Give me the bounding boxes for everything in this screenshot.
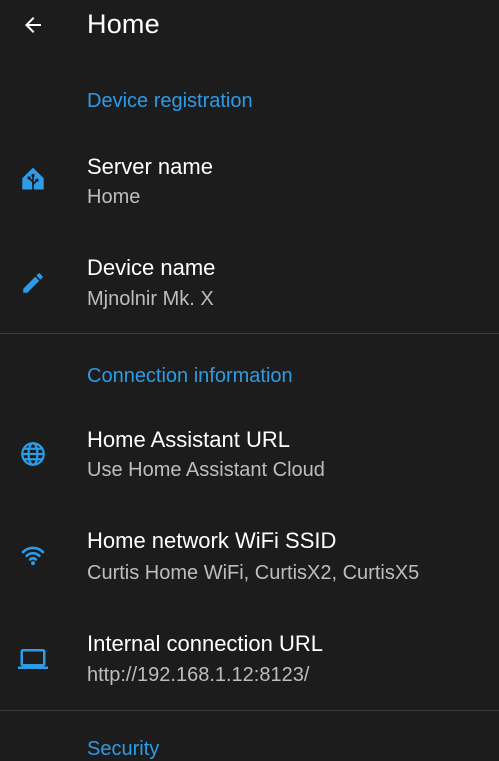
wifi-ssid-value: Curtis Home WiFi, CurtisX2, CurtisX5 bbox=[87, 562, 420, 584]
section-header-device-registration: Device registration bbox=[87, 90, 253, 112]
wifi-icon bbox=[18, 540, 48, 570]
pencil-icon bbox=[18, 268, 48, 298]
device-name-title: Device name bbox=[87, 255, 216, 280]
server-name-value: Home bbox=[87, 186, 141, 208]
internal-url-item[interactable]: Internal connection URL http://192.168.1… bbox=[0, 612, 499, 708]
globe-icon bbox=[18, 439, 48, 469]
wifi-ssid-item[interactable]: Home network WiFi SSID Curtis Home WiFi,… bbox=[0, 510, 499, 606]
home-assistant-url-item[interactable]: Home Assistant URL Use Home Assistant Cl… bbox=[0, 408, 499, 504]
laptop-icon bbox=[18, 644, 48, 674]
home-assistant-url-value: Use Home Assistant Cloud bbox=[87, 459, 325, 481]
server-name-item[interactable]: Server name Home bbox=[0, 133, 499, 229]
section-header-connection-information: Connection information bbox=[87, 365, 293, 387]
home-assistant-url-title: Home Assistant URL bbox=[87, 427, 290, 452]
internal-url-title: Internal connection URL bbox=[87, 631, 324, 656]
home-assistant-icon bbox=[18, 164, 48, 194]
server-name-title: Server name bbox=[87, 154, 213, 179]
back-button[interactable] bbox=[16, 8, 50, 42]
internal-url-value: http://192.168.1.12:8123/ bbox=[87, 664, 310, 686]
device-name-item[interactable]: Device name Mjnolnir Mk. X bbox=[0, 235, 499, 331]
app-bar: Home bbox=[0, 0, 499, 52]
section-divider bbox=[0, 710, 499, 711]
arrow-back-icon bbox=[25, 17, 41, 33]
wifi-ssid-title: Home network WiFi SSID bbox=[87, 528, 337, 553]
page-title: Home bbox=[87, 9, 160, 39]
device-name-value: Mjnolnir Mk. X bbox=[87, 288, 214, 310]
section-divider bbox=[0, 333, 499, 334]
